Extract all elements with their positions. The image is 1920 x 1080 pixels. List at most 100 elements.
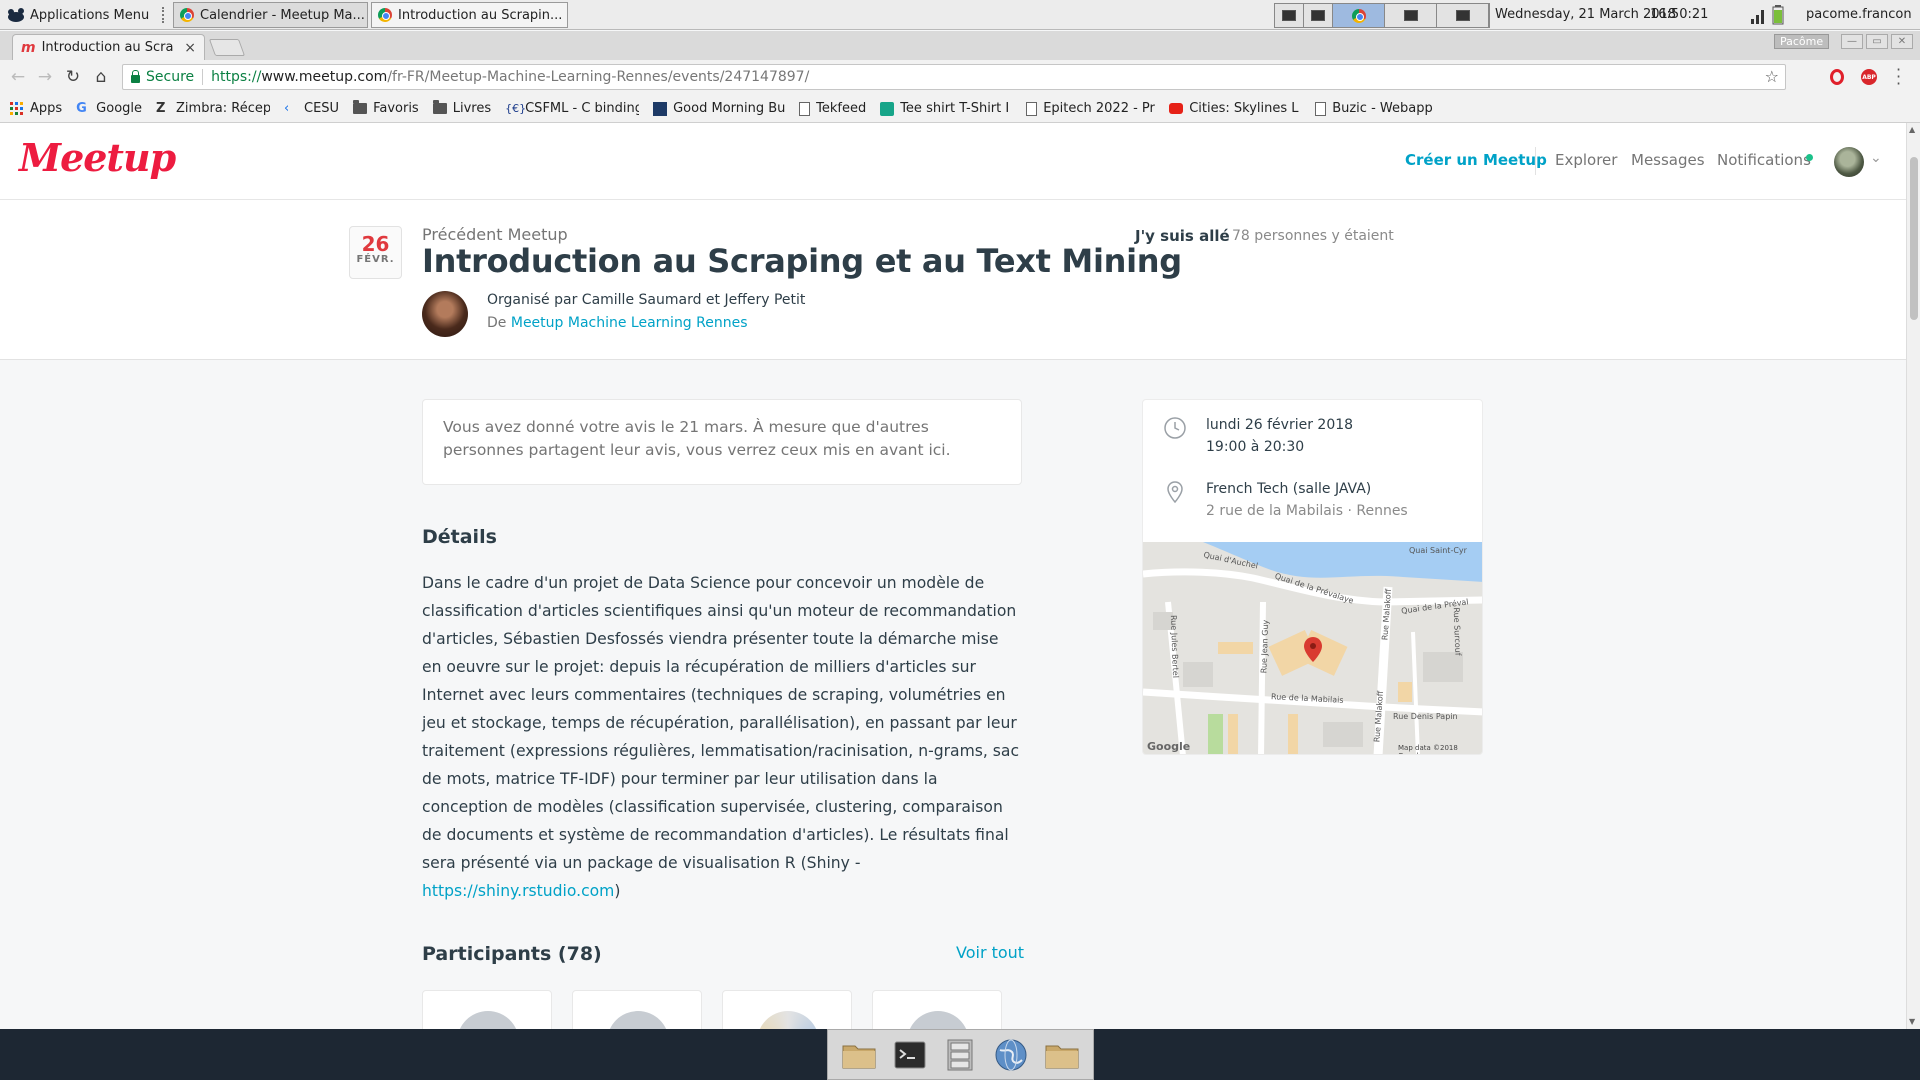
- web-browser-globe-icon[interactable]: [992, 1036, 1030, 1074]
- bookmark-cesu[interactable]: ‹ CESU: [284, 101, 339, 116]
- bookmark-epitech[interactable]: Epitech 2022 - Pr: [1026, 101, 1155, 116]
- bookmark-csfml[interactable]: {€} CSFML - C binding: [505, 101, 639, 116]
- workspace-2[interactable]: [1304, 4, 1333, 27]
- home-icon[interactable]: ⌂: [91, 67, 111, 87]
- terminal-icon[interactable]: [891, 1036, 929, 1074]
- chevron-down-icon[interactable]: ⌄: [1870, 150, 1882, 166]
- forward-arrow-icon[interactable]: →: [35, 67, 55, 87]
- bookmark-label: Tee shirt T-Shirt I: [900, 101, 1010, 116]
- scroll-down-icon[interactable]: ▼: [1909, 1017, 1915, 1026]
- organizers-line: Organisé par Camille Saumard et Jeffery …: [487, 292, 806, 308]
- messages-link[interactable]: Messages: [1631, 151, 1705, 169]
- youtube-icon: [1169, 103, 1184, 114]
- terminal-icon: [1311, 10, 1325, 21]
- bookmark-good-morning[interactable]: Good Morning Bu: [653, 101, 785, 116]
- chrome-icon: [180, 8, 194, 22]
- maximize-icon[interactable]: ▭: [1866, 34, 1888, 49]
- page-scrollbar[interactable]: ▲ ▼: [1906, 123, 1920, 1029]
- bookmark-teeshirt[interactable]: Tee shirt T-Shirt I: [880, 101, 1012, 116]
- create-meetup-link[interactable]: Créer un Meetup: [1405, 151, 1547, 169]
- tab-close-icon[interactable]: ×: [184, 40, 196, 56]
- participant-card[interactable]: [872, 990, 1002, 1029]
- battery-icon[interactable]: [1772, 5, 1784, 25]
- event-time: 19:00 à 20:30: [1206, 439, 1305, 455]
- network-signal-icon[interactable]: [1750, 7, 1766, 25]
- map-attribution: Map data ©2018 Google: [1398, 744, 1458, 754]
- workspace-5[interactable]: [1437, 4, 1489, 27]
- new-tab-button[interactable]: [208, 39, 246, 56]
- bookmark-tekfeed[interactable]: Tekfeed: [799, 101, 866, 116]
- taskbar-item-calendar[interactable]: Calendrier - Meetup Ma...: [173, 2, 368, 28]
- participant-card[interactable]: [722, 990, 852, 1029]
- attended-label: J'y suis allé: [1135, 227, 1230, 245]
- see-all-link[interactable]: Voir tout: [956, 943, 1024, 962]
- bookmark-google[interactable]: G Google: [76, 101, 142, 116]
- bookmark-apps[interactable]: Apps: [10, 101, 62, 116]
- folder-icon: [432, 100, 447, 114]
- bookmark-label: Zimbra: Réceptio: [176, 101, 271, 116]
- bookmark-favoris[interactable]: Favoris: [353, 100, 419, 116]
- bookmark-label: CESU: [304, 101, 340, 116]
- workspace-3[interactable]: [1333, 4, 1385, 27]
- attended-count[interactable]: 78 personnes y étaient: [1232, 228, 1394, 244]
- bookmark-cities-skylines[interactable]: Cities: Skylines L: [1169, 101, 1301, 116]
- meetup-header: Meetup Créer un Meetup Explorer Messages…: [0, 123, 1906, 200]
- participant-card[interactable]: [422, 990, 552, 1029]
- bookmark-label: Buzic - Webapp: [1332, 101, 1433, 116]
- shiny-link[interactable]: https://shiny.rstudio.com: [422, 882, 614, 900]
- notifications-link[interactable]: Notifications: [1717, 151, 1811, 169]
- folder-icon: [353, 100, 368, 114]
- venue-name: French Tech (salle JAVA): [1206, 481, 1372, 497]
- bookmark-buzic[interactable]: Buzic - Webapp: [1315, 101, 1433, 116]
- panel-time[interactable]: 16:50:21: [1650, 7, 1708, 22]
- applications-menu-button[interactable]: Applications Menu: [6, 0, 149, 30]
- host-avatar[interactable]: [422, 291, 468, 337]
- browser-menu-icon[interactable]: · · ·: [1896, 62, 1901, 92]
- page-icon: [1026, 101, 1038, 116]
- minimize-icon[interactable]: —: [1841, 34, 1863, 49]
- event-date: lundi 26 février 2018: [1206, 417, 1354, 433]
- chrome-icon: [378, 8, 392, 22]
- workspace-1[interactable]: [1275, 4, 1304, 27]
- participant-avatar: [907, 1011, 969, 1029]
- bookmark-label: Epitech 2022 - Pr: [1043, 101, 1155, 116]
- user-avatar[interactable]: [1834, 147, 1864, 177]
- opera-extension-icon[interactable]: [1830, 69, 1844, 85]
- explore-link[interactable]: Explorer: [1555, 151, 1617, 169]
- bookmark-star-icon[interactable]: ☆: [1765, 67, 1779, 86]
- cesu-icon: ‹: [284, 100, 290, 116]
- profile-button[interactable]: Pacôme: [1774, 34, 1830, 49]
- applications-menu-label: Applications Menu: [30, 7, 150, 23]
- tab-title: Introduction au Scra: [41, 40, 174, 55]
- map-street-label: Rue Denis Papin: [1393, 712, 1458, 721]
- group-link[interactable]: Meetup Machine Learning Rennes: [511, 315, 748, 331]
- address-bar[interactable]: Secure https:// www.meetup.com /fr-FR/Me…: [122, 64, 1786, 90]
- bookmark-zimbra[interactable]: Z Zimbra: Réceptio: [156, 101, 270, 116]
- participant-card[interactable]: [572, 990, 702, 1029]
- goodmorning-icon: [653, 101, 668, 116]
- panel-username[interactable]: pacome.francon: [1806, 7, 1912, 22]
- bookmark-livres[interactable]: Livres: [432, 100, 491, 116]
- home-folder-icon[interactable]: [840, 1036, 878, 1074]
- close-window-icon[interactable]: ✕: [1891, 34, 1913, 49]
- scroll-up-icon[interactable]: ▲: [1909, 125, 1915, 134]
- event-header: 26 FÉVR. Précédent Meetup Introduction a…: [0, 200, 1906, 360]
- workspace-switcher[interactable]: [1274, 3, 1490, 28]
- tab-introduction-scraping[interactable]: m Introduction au Scra ×: [12, 34, 205, 60]
- adblock-icon[interactable]: ABP: [1861, 69, 1877, 85]
- url-scheme: https://: [211, 69, 262, 85]
- scrollbar-thumb[interactable]: [1910, 157, 1918, 320]
- back-arrow-icon[interactable]: ←: [8, 67, 28, 87]
- reload-icon[interactable]: ↻: [63, 67, 83, 87]
- workspace-4[interactable]: [1385, 4, 1437, 27]
- teeshirt-icon: [880, 101, 895, 116]
- participant-avatar: [457, 1011, 519, 1029]
- url-host: www.meetup.com: [261, 69, 388, 85]
- meetup-logo[interactable]: Meetup: [19, 135, 176, 180]
- panel-date[interactable]: Wednesday, 21 March 2018: [1495, 7, 1676, 22]
- bookmark-label: Tekfeed: [816, 101, 867, 116]
- file-cabinet-icon[interactable]: [941, 1036, 979, 1074]
- folder-icon[interactable]: [1043, 1036, 1081, 1074]
- venue-map[interactable]: Quai d'Auchel Quai de la Prévalaye Quai …: [1143, 542, 1482, 754]
- taskbar-item-scraping[interactable]: Introduction au Scrapin...: [371, 2, 568, 28]
